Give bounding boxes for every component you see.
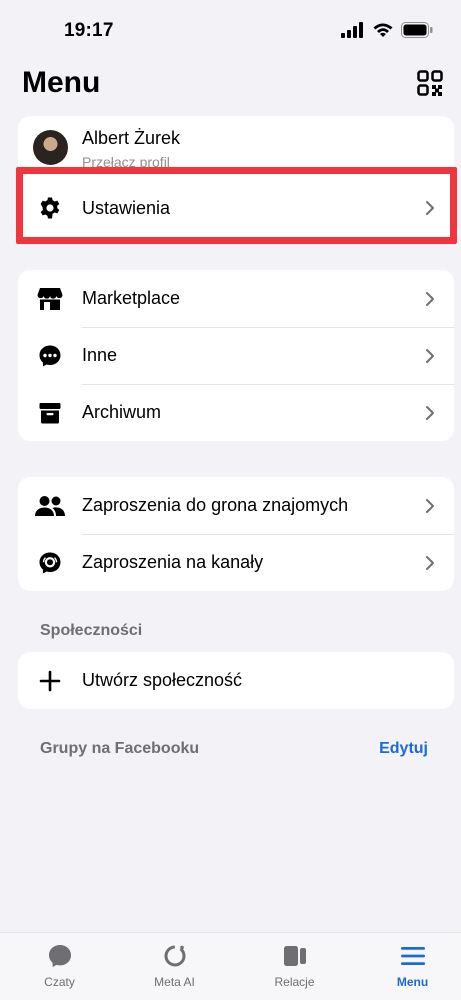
status-icons: [341, 22, 433, 38]
status-time: 19:17: [64, 20, 114, 41]
facebook-groups-section-title: Grupy na Facebooku: [40, 740, 200, 757]
qr-code-button[interactable]: [417, 70, 443, 96]
marketplace-label: Marketplace: [82, 288, 181, 308]
communities-card: Utwórz społeczność: [18, 652, 454, 709]
chevron-right-icon: [426, 348, 434, 363]
menu-group-2: Zaproszenia do grona znajomych Zaproszen…: [18, 477, 454, 591]
menu-icon: [400, 947, 425, 965]
friends-icon: [35, 493, 65, 519]
chat-icon: [48, 945, 71, 967]
chat-bubble-dots-icon: [37, 343, 63, 369]
chevron-right-icon: [426, 498, 434, 513]
archive-icon: [37, 400, 63, 426]
archive-row[interactable]: Archiwum: [18, 384, 454, 441]
marketplace-row[interactable]: Marketplace: [18, 270, 454, 327]
stories-icon: [283, 946, 306, 966]
meta-ai-icon: [164, 945, 185, 967]
tab-meta-ai[interactable]: Meta AI: [117, 933, 232, 1000]
tab-stories-label: Relacje: [274, 975, 315, 989]
page-title: Menu: [22, 66, 101, 99]
wifi-icon: [373, 23, 393, 37]
battery-icon: [401, 22, 433, 38]
avatar: [33, 130, 68, 165]
chevron-right-icon: [426, 555, 434, 570]
inne-row[interactable]: Inne: [18, 327, 454, 384]
tab-chats[interactable]: Czaty: [2, 933, 117, 1000]
tab-chats-label: Czaty: [44, 975, 75, 989]
status-bar: 19:17: [0, 0, 461, 60]
tab-meta-ai-label: Meta AI: [154, 975, 195, 989]
tab-bar: Czaty Meta AI Relacje Menu: [0, 932, 461, 1000]
friend-requests-row[interactable]: Zaproszenia do grona znajomych: [18, 477, 454, 534]
signal-icon: [341, 22, 363, 38]
inne-label: Inne: [82, 345, 118, 365]
settings-highlight-frame: [16, 167, 457, 244]
plus-icon: [37, 668, 63, 694]
create-community-label: Utwórz społeczność: [82, 670, 243, 690]
create-community-row[interactable]: Utwórz społeczność: [18, 652, 454, 709]
chevron-right-icon: [426, 291, 434, 306]
communities-section-title: Społeczności: [40, 622, 143, 639]
channel-invites-label: Zaproszenia na kanały: [82, 552, 264, 572]
qr-code-icon: [417, 70, 443, 96]
edit-groups-button[interactable]: Edytuj: [379, 740, 428, 758]
store-icon: [37, 286, 63, 312]
archive-label: Archiwum: [82, 402, 162, 422]
tab-stories[interactable]: Relacje: [237, 933, 352, 1000]
menu-group-1: Marketplace Inne Archiwum: [18, 270, 454, 441]
channel-invites-row[interactable]: Zaproszenia na kanały: [18, 534, 454, 591]
tab-menu[interactable]: Menu: [355, 933, 461, 1000]
profile-name: Albert Żurek: [82, 128, 181, 148]
friend-requests-label: Zaproszenia do grona znajomych: [82, 495, 349, 515]
channel-icon: [37, 550, 63, 576]
tab-menu-label: Menu: [396, 975, 429, 989]
chevron-right-icon: [426, 405, 434, 420]
